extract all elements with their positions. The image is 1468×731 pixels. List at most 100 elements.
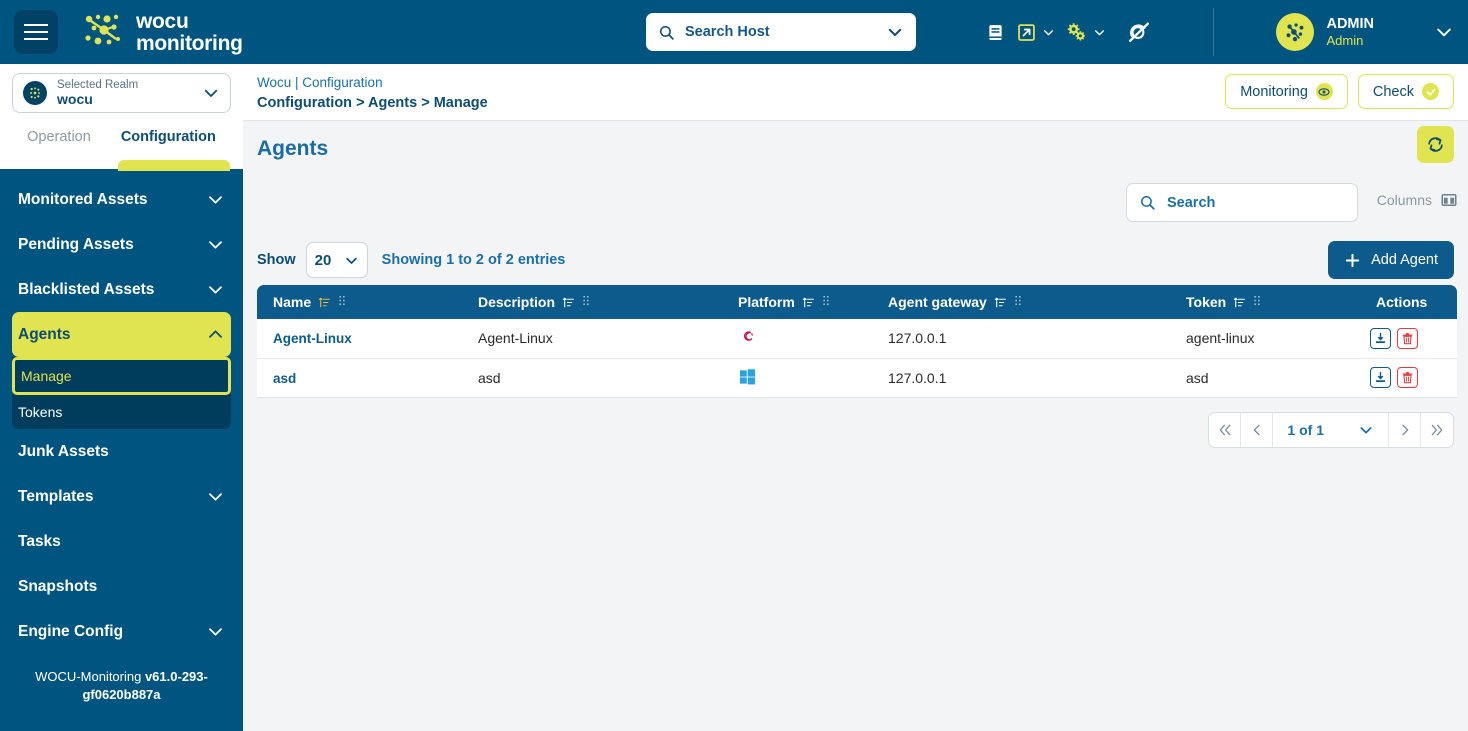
sort-icon[interactable] xyxy=(994,296,1007,309)
realm-selector[interactable]: Selected Realm wocu xyxy=(12,73,231,113)
cell-platform xyxy=(722,358,872,398)
debian-icon xyxy=(743,331,753,341)
column-header-token[interactable]: Token xyxy=(1170,285,1360,319)
notifications-muted-icon-button[interactable] xyxy=(1126,20,1151,45)
settings-gears-icon-button[interactable] xyxy=(1065,21,1106,44)
sidebar-item-junk-assets[interactable]: Junk Assets xyxy=(0,429,243,474)
column-label: Agent gateway xyxy=(888,294,987,310)
column-resize-grip[interactable] xyxy=(1253,294,1261,310)
column-label: Description xyxy=(478,294,556,310)
table-toolbar-top: Search Columns xyxy=(243,177,1468,235)
cell-description: Agent-Linux xyxy=(462,319,722,359)
sort-icon[interactable] xyxy=(802,296,815,309)
delete-button[interactable] xyxy=(1397,327,1418,349)
sort-icon[interactable] xyxy=(562,296,575,309)
column-resize-grip[interactable] xyxy=(582,294,590,310)
eye-icon xyxy=(1315,83,1333,100)
tab-operation[interactable]: Operation xyxy=(27,123,91,145)
cell-token: agent-linux xyxy=(1170,319,1360,359)
sort-icon[interactable] xyxy=(1233,296,1246,309)
page-title: Agents xyxy=(257,137,329,160)
column-label: Name xyxy=(273,294,312,310)
host-search-placeholder-text: Search Host xyxy=(685,24,770,40)
sidebar-item-label: Agents xyxy=(18,325,71,343)
chevron-down-icon xyxy=(209,286,222,294)
sidebar-item-label: Blacklisted Assets xyxy=(18,280,155,298)
table-row[interactable]: Agent-Linux Agent-Linux 127.0.0.1 agent-… xyxy=(257,319,1457,359)
book-icon xyxy=(989,24,1002,40)
eye-icon-glyph xyxy=(1318,87,1330,96)
menu-toggle-button[interactable] xyxy=(14,10,58,54)
breadcrumb-actions: Monitoring Check xyxy=(1225,74,1454,109)
brand-logo[interactable]: wocu monitoring xyxy=(82,11,243,54)
first-page-button[interactable] xyxy=(1209,412,1242,447)
column-header-agent-gateway[interactable]: Agent gateway xyxy=(872,285,1170,319)
sidebar-item-tokens[interactable]: Tokens xyxy=(12,395,231,429)
check-toggle-button[interactable]: Check xyxy=(1357,74,1454,109)
monitoring-toggle-button[interactable]: Monitoring xyxy=(1225,74,1348,109)
sidebar-item-blacklisted-assets[interactable]: Blacklisted Assets xyxy=(0,267,243,312)
chevron-down-icon[interactable] xyxy=(1093,26,1106,39)
sidebar-item-monitored-assets[interactable]: Monitored Assets xyxy=(0,177,243,222)
table-row[interactable]: asd asd 127.0.0.1 asd xyxy=(257,358,1457,398)
column-label: Platform xyxy=(738,294,795,310)
external-link-icon-button[interactable] xyxy=(1016,22,1055,43)
chevron-down-icon xyxy=(209,628,222,636)
previous-page-button[interactable] xyxy=(1241,412,1274,447)
column-resize-grip[interactable] xyxy=(822,294,830,310)
chevron-down-icon[interactable] xyxy=(1434,22,1454,42)
agents-table: Name Description Platform Agent gateway … xyxy=(257,285,1457,398)
agent-name-link[interactable]: asd xyxy=(273,371,296,386)
sort-icon[interactable] xyxy=(318,296,331,309)
user-menu[interactable]: ADMIN Admin xyxy=(1276,0,1454,64)
chevron-down-icon[interactable] xyxy=(1042,26,1055,39)
table-controls: Show 20 Showing 1 to 2 of 2 entries Add … xyxy=(243,235,1468,285)
column-header-name[interactable]: Name xyxy=(257,285,462,319)
agent-name-link[interactable]: Agent-Linux xyxy=(273,331,352,346)
page-size-select[interactable]: 20 xyxy=(305,242,368,278)
last-page-button[interactable] xyxy=(1421,413,1453,447)
page-select[interactable]: 1 of 1 xyxy=(1273,412,1389,447)
search-input[interactable]: Search xyxy=(1126,183,1358,222)
column-resize-grip[interactable] xyxy=(338,294,346,310)
add-agent-button[interactable]: Add Agent xyxy=(1328,241,1454,279)
show-label: Show xyxy=(257,252,296,268)
check-icon-glyph xyxy=(1426,88,1435,96)
pagination-row: 1 of 1 xyxy=(243,398,1468,448)
column-header-description[interactable]: Description xyxy=(462,285,722,319)
column-header-platform[interactable]: Platform xyxy=(722,285,872,319)
header-divider xyxy=(1213,8,1214,56)
sidebar-item-agents[interactable]: Agents xyxy=(12,312,231,357)
cell-agent-gateway: 127.0.0.1 xyxy=(872,319,1170,359)
refresh-button[interactable] xyxy=(1417,126,1454,163)
sidebar-item-engine-config[interactable]: Engine Config xyxy=(0,609,243,654)
agents-table-wrap: Name Description Platform Agent gateway … xyxy=(257,285,1457,398)
next-page-button[interactable] xyxy=(1389,412,1421,447)
column-resize-grip[interactable] xyxy=(1014,294,1022,310)
cell-description: asd xyxy=(462,358,722,398)
sidebar-item-templates[interactable]: Templates xyxy=(0,474,243,519)
columns-label: Columns xyxy=(1376,192,1432,208)
sidebar-item-pending-assets[interactable]: Pending Assets xyxy=(0,222,243,267)
chevron-down-icon[interactable] xyxy=(886,23,904,41)
host-search-input[interactable]: Search Host xyxy=(646,13,916,51)
tab-configuration[interactable]: Configuration xyxy=(121,123,216,145)
sidebar-item-manage[interactable]: Manage xyxy=(12,357,231,395)
cell-name: Agent-Linux xyxy=(257,319,462,359)
sidebar-item-snapshots[interactable]: Snapshots xyxy=(0,564,243,609)
breadcrumb-bar: Wocu | Configuration Configuration > Age… xyxy=(243,64,1468,121)
sidebar-item-tasks[interactable]: Tasks xyxy=(0,519,243,564)
sidebar-item-label: Tasks xyxy=(18,532,61,550)
sidebar-item-label: Templates xyxy=(18,487,94,505)
sidebar-nav: Monitored Assets Pending Assets Blacklis… xyxy=(0,169,243,731)
book-icon-button[interactable] xyxy=(985,22,1006,43)
chevron-down-icon[interactable] xyxy=(202,84,220,102)
hamburger-icon-line xyxy=(24,38,48,40)
download-button[interactable] xyxy=(1370,367,1391,388)
delete-button[interactable] xyxy=(1397,367,1418,388)
header-icon-group xyxy=(985,0,1151,64)
check-icon xyxy=(1422,83,1439,100)
columns-button[interactable]: Columns xyxy=(1377,191,1458,209)
sidebar-item-label: Pending Assets xyxy=(18,235,134,253)
download-button[interactable] xyxy=(1370,327,1391,349)
